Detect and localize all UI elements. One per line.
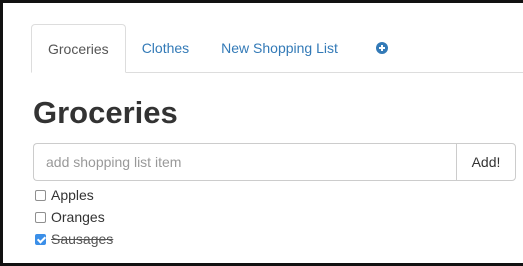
add-item-input[interactable] [33, 143, 456, 181]
tab-new-shopping-list[interactable]: New Shopping List [205, 24, 354, 72]
tab-label: Clothes [141, 40, 190, 56]
plus-circle-icon[interactable] [375, 42, 388, 54]
item-checkbox[interactable] [35, 189, 46, 201]
app-frame: Groceries Clothes New Shopping List Groc… [0, 0, 523, 266]
page-title: Groceries [33, 95, 178, 130]
add-list-tab[interactable] [354, 24, 404, 72]
tab-groceries[interactable]: Groceries [31, 24, 126, 73]
item-checkbox[interactable] [35, 211, 46, 223]
list-item: Apples [35, 184, 113, 206]
shopping-list: Apples Oranges Sausages [35, 184, 113, 250]
add-item-button[interactable]: Add! [456, 143, 516, 181]
item-label: Oranges [51, 209, 105, 225]
tab-label: Groceries [48, 40, 109, 57]
list-tabs: Groceries Clothes New Shopping List [31, 24, 523, 73]
add-item-form: Add! [33, 143, 516, 181]
list-item: Sausages [35, 228, 113, 250]
item-checkbox[interactable] [35, 233, 46, 245]
item-label: Apples [51, 187, 94, 203]
item-label: Sausages [51, 231, 114, 247]
tab-clothes[interactable]: Clothes [126, 24, 205, 72]
list-item: Oranges [35, 206, 113, 228]
tab-label: New Shopping List [221, 40, 338, 56]
